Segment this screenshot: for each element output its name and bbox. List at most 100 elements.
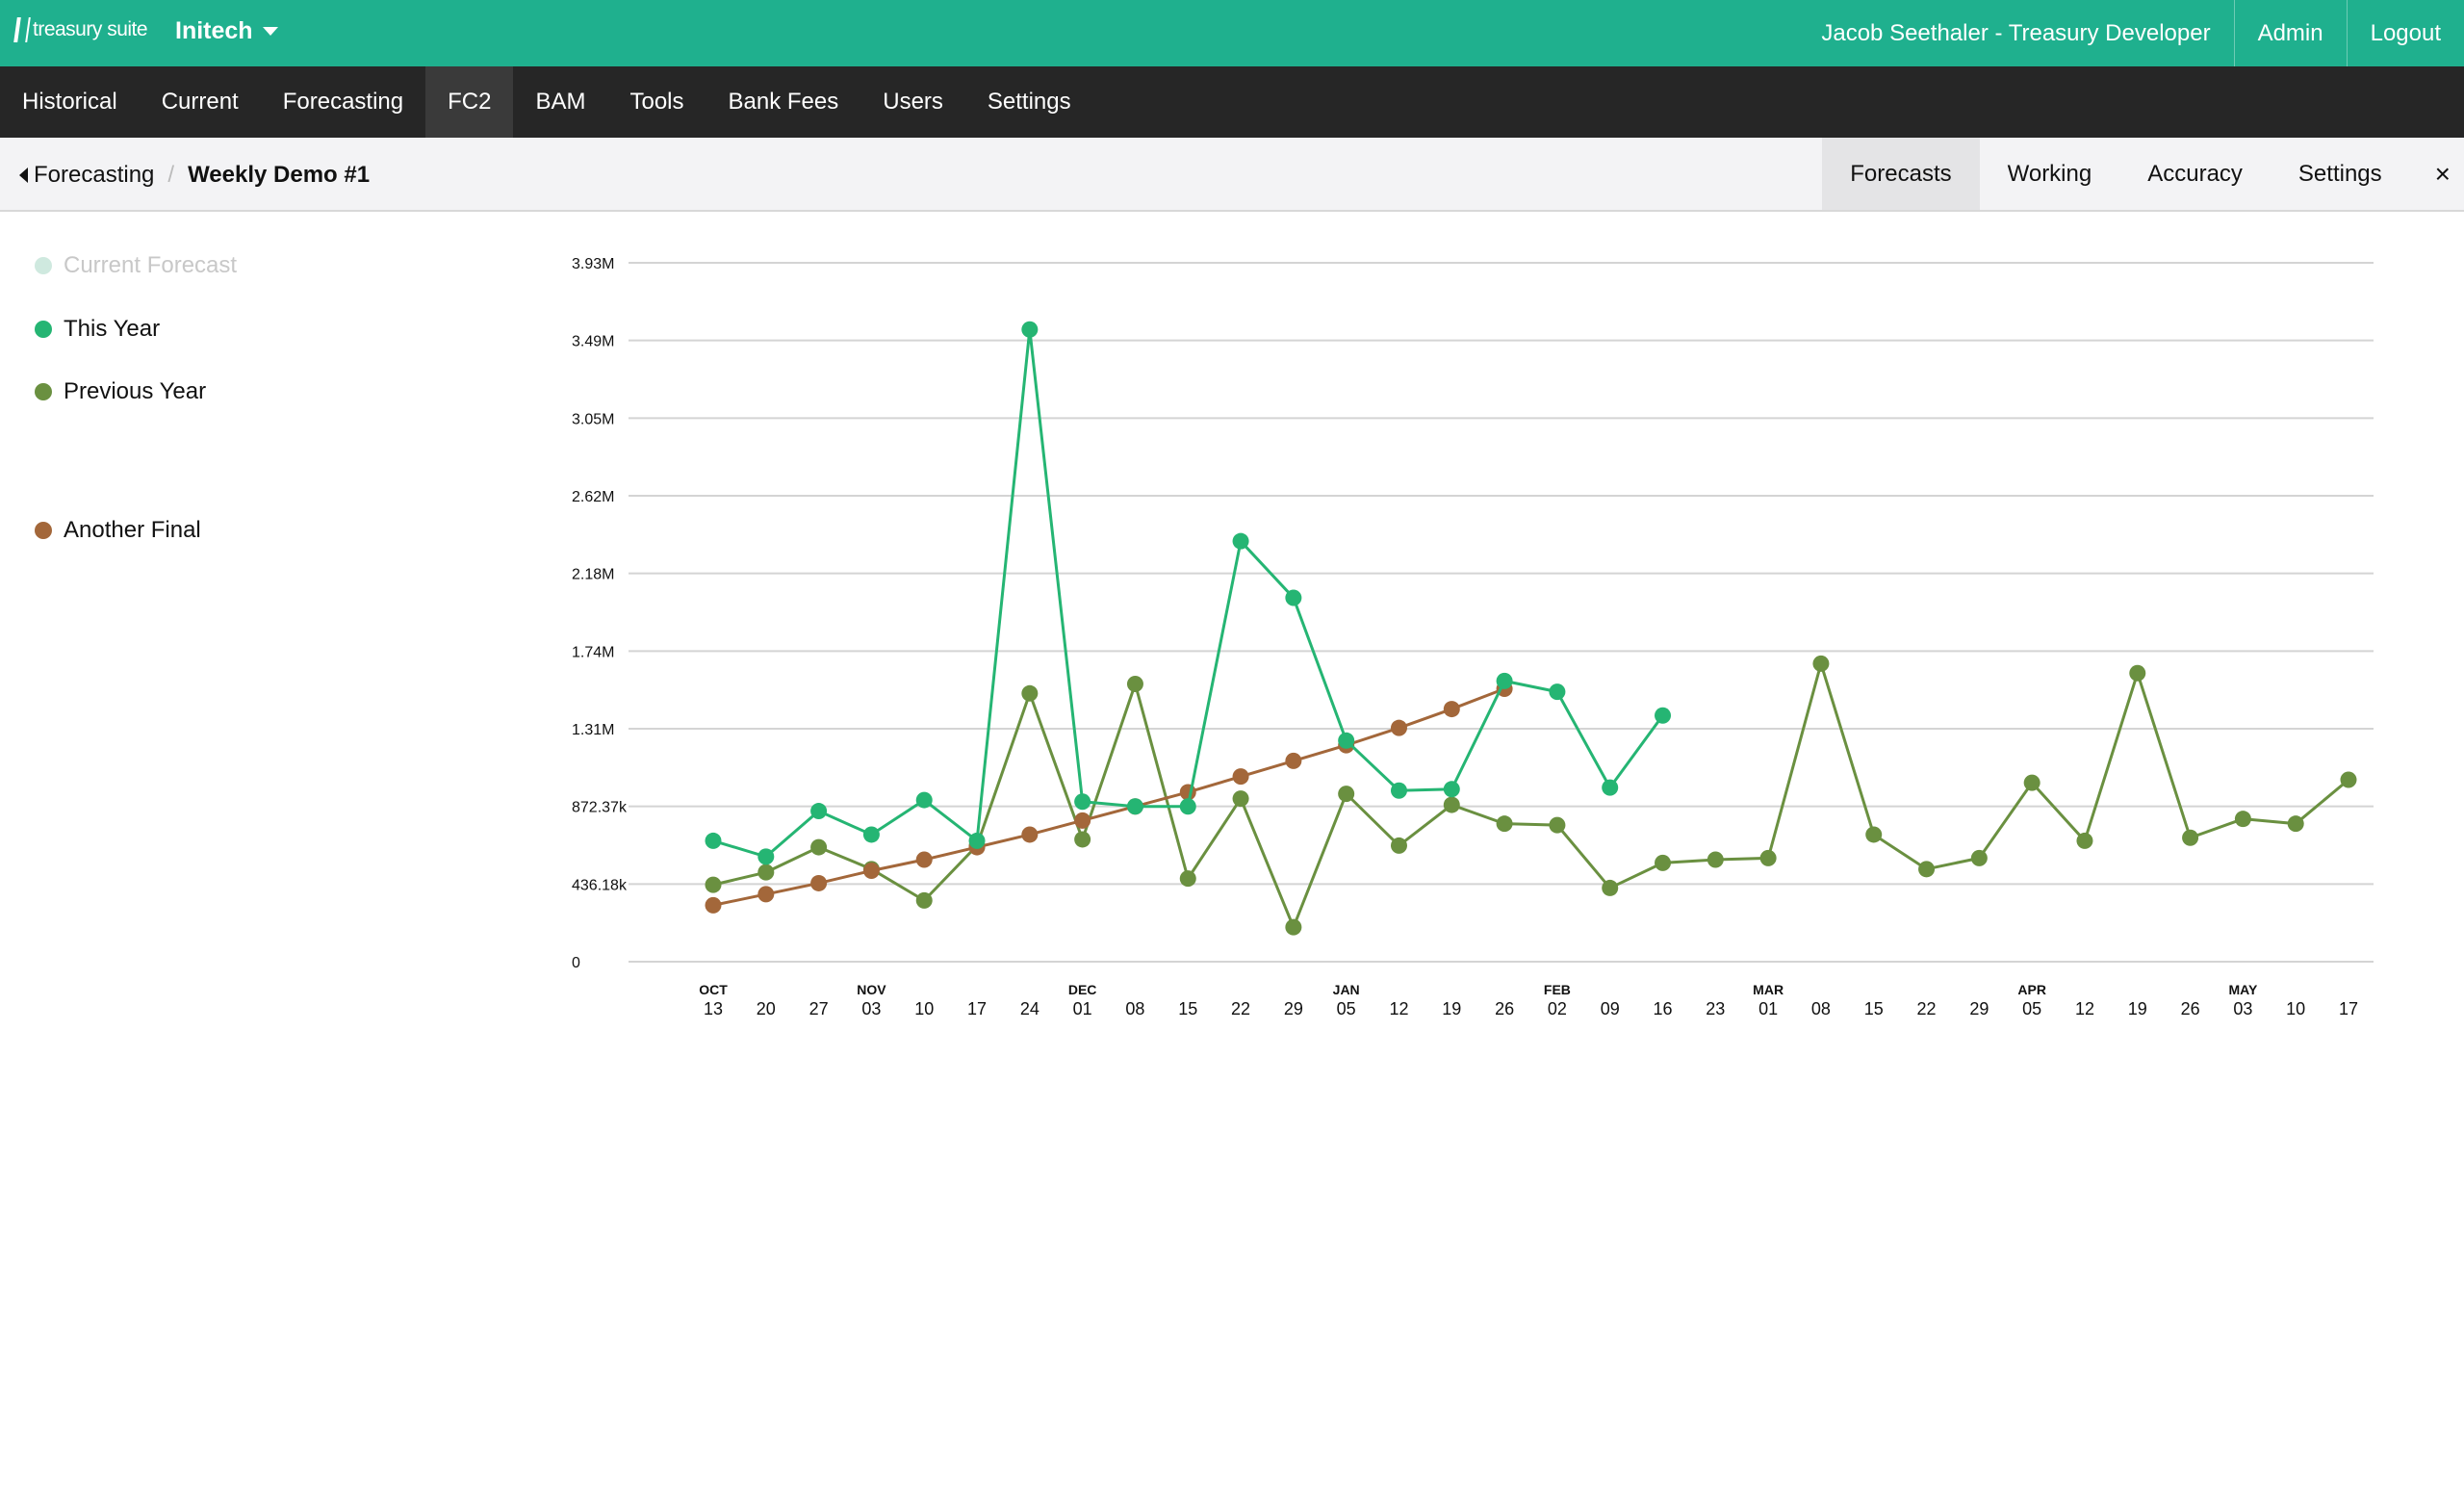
x-tick-label: 02: [1548, 999, 1567, 1018]
data-point-another-final[interactable]: [1179, 784, 1196, 801]
x-tick-label: 01: [1073, 999, 1092, 1018]
sub-header: Forecasting / Weekly Demo #1 Forecasts Wo…: [0, 138, 2464, 212]
data-point-previous-year[interactable]: [2076, 832, 2093, 849]
x-month-label: DEC: [1068, 982, 1097, 997]
y-tick-label: 1.31M: [572, 722, 614, 738]
data-point-this-year[interactable]: [1443, 781, 1460, 798]
data-point-this-year[interactable]: [1285, 589, 1302, 606]
back-arrow-icon[interactable]: [19, 167, 28, 183]
y-tick-label: 3.49M: [572, 334, 614, 350]
org-selector[interactable]: Initech: [175, 17, 278, 45]
data-point-previous-year[interactable]: [1126, 675, 1143, 692]
x-tick-label: 26: [2181, 999, 2200, 1018]
data-point-previous-year[interactable]: [1021, 684, 1039, 702]
data-point-previous-year[interactable]: [2129, 664, 2146, 682]
nav-tools[interactable]: Tools: [607, 66, 706, 138]
nav-fc2[interactable]: FC2: [425, 66, 514, 138]
data-point-this-year[interactable]: [1496, 672, 1513, 689]
data-point-previous-year[interactable]: [1496, 815, 1513, 833]
x-tick-label: 22: [1231, 999, 1250, 1018]
data-point-this-year[interactable]: [810, 803, 828, 820]
tab-settings[interactable]: Settings: [2271, 138, 2410, 210]
data-point-another-final[interactable]: [1021, 826, 1039, 843]
data-point-previous-year[interactable]: [757, 863, 775, 881]
tab-forecasts[interactable]: Forecasts: [1822, 138, 1980, 210]
data-point-another-final[interactable]: [915, 851, 933, 868]
data-point-another-final[interactable]: [1443, 701, 1460, 718]
data-point-this-year[interactable]: [915, 791, 933, 809]
data-point-previous-year[interactable]: [1655, 854, 1672, 871]
data-point-previous-year[interactable]: [2023, 774, 2040, 791]
data-point-previous-year[interactable]: [2182, 829, 2199, 846]
close-icon[interactable]: ×: [2410, 138, 2464, 210]
admin-link[interactable]: Admin: [2233, 0, 2347, 66]
data-point-another-final[interactable]: [1285, 752, 1302, 769]
data-point-this-year[interactable]: [862, 826, 880, 843]
data-point-this-year[interactable]: [1549, 683, 1566, 701]
x-tick-label: 08: [1811, 999, 1831, 1018]
y-tick-label: 1.74M: [572, 644, 614, 660]
nav-historical[interactable]: Historical: [0, 66, 140, 138]
nav-bam[interactable]: BAM: [513, 66, 607, 138]
data-point-previous-year[interactable]: [1812, 655, 1830, 672]
x-tick-label: 05: [1337, 999, 1356, 1018]
x-tick-label: 17: [967, 999, 987, 1018]
series-line-this-year: [712, 329, 1664, 859]
data-point-this-year[interactable]: [1232, 532, 1249, 550]
x-tick-label: 24: [1020, 999, 1040, 1018]
data-point-this-year[interactable]: [1126, 798, 1143, 815]
data-point-another-final[interactable]: [1232, 768, 1249, 786]
data-point-previous-year[interactable]: [1074, 831, 1091, 848]
data-point-this-year[interactable]: [968, 832, 986, 849]
data-point-previous-year[interactable]: [1865, 826, 1883, 843]
nav-current[interactable]: Current: [140, 66, 261, 138]
data-point-previous-year[interactable]: [1970, 849, 1988, 866]
logo-mark-icon: [13, 17, 31, 42]
x-month-label: FEB: [1544, 982, 1571, 997]
data-point-this-year[interactable]: [1390, 782, 1407, 799]
nav-users[interactable]: Users: [860, 66, 965, 138]
data-point-previous-year[interactable]: [1549, 816, 1566, 834]
data-point-this-year[interactable]: [705, 832, 722, 849]
nav-settings[interactable]: Settings: [965, 66, 1093, 138]
tab-accuracy[interactable]: Accuracy: [2119, 138, 2271, 210]
data-point-previous-year[interactable]: [1232, 790, 1249, 808]
data-point-this-year[interactable]: [1602, 779, 1619, 796]
data-point-this-year[interactable]: [1074, 793, 1091, 811]
data-point-this-year[interactable]: [1179, 798, 1196, 815]
data-point-previous-year[interactable]: [810, 838, 828, 856]
data-point-previous-year[interactable]: [915, 891, 933, 909]
data-point-another-final[interactable]: [862, 862, 880, 879]
x-tick-label: 08: [1125, 999, 1144, 1018]
data-point-another-final[interactable]: [705, 896, 722, 914]
data-point-this-year[interactable]: [757, 848, 775, 865]
data-point-previous-year[interactable]: [1707, 851, 1724, 868]
breadcrumb-parent[interactable]: Forecasting: [34, 138, 154, 212]
x-month-label: MAR: [1753, 982, 1784, 997]
logo[interactable]: treasury suite: [13, 17, 148, 42]
data-point-previous-year[interactable]: [1338, 786, 1355, 803]
data-point-previous-year[interactable]: [1918, 861, 1936, 878]
tab-working[interactable]: Working: [1980, 138, 2120, 210]
data-point-previous-year[interactable]: [1179, 870, 1196, 888]
data-point-this-year[interactable]: [1338, 732, 1355, 749]
y-tick-label: 2.62M: [572, 489, 614, 505]
data-point-previous-year[interactable]: [1602, 879, 1619, 896]
nav-bank-fees[interactable]: Bank Fees: [706, 66, 861, 138]
data-point-another-final[interactable]: [757, 886, 775, 903]
data-point-previous-year[interactable]: [705, 876, 722, 893]
data-point-previous-year[interactable]: [2287, 815, 2304, 833]
data-point-previous-year[interactable]: [1443, 796, 1460, 813]
data-point-previous-year[interactable]: [2340, 771, 2357, 788]
data-point-previous-year[interactable]: [1390, 837, 1407, 854]
data-point-another-final[interactable]: [1390, 719, 1407, 736]
data-point-previous-year[interactable]: [2234, 811, 2251, 828]
logout-link[interactable]: Logout: [2346, 0, 2464, 66]
nav-forecasting[interactable]: Forecasting: [261, 66, 425, 138]
data-point-previous-year[interactable]: [1285, 918, 1302, 936]
data-point-another-final[interactable]: [810, 874, 828, 891]
data-point-this-year[interactable]: [1655, 707, 1672, 724]
data-point-previous-year[interactable]: [1759, 849, 1777, 866]
data-point-this-year[interactable]: [1021, 321, 1039, 338]
data-point-another-final[interactable]: [1074, 812, 1091, 829]
